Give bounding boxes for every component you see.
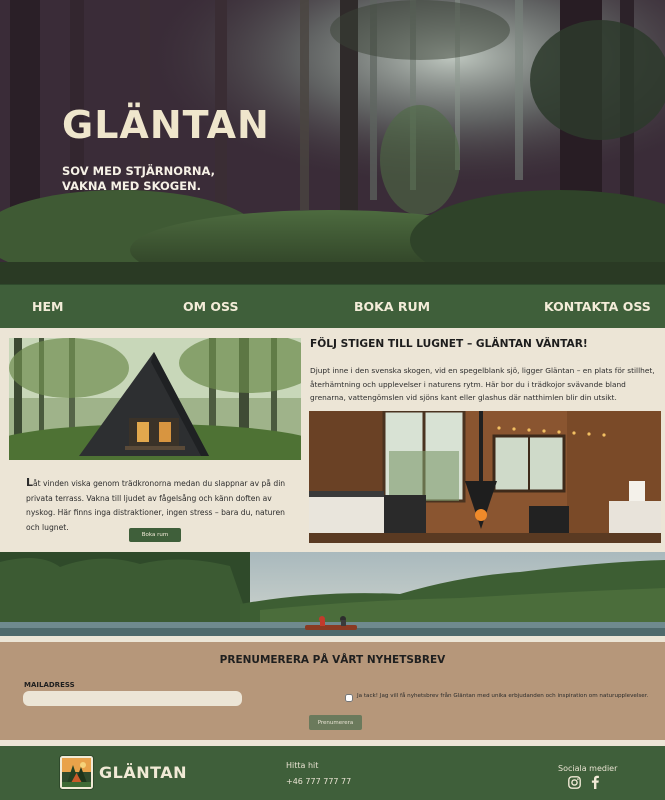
hero-title: GLÄNTAN xyxy=(62,103,270,147)
facebook-icon[interactable] xyxy=(590,775,600,789)
social-media-label: Sociala medier xyxy=(558,764,618,773)
consent-text: Ja tack! Jag vill få nyhetsbrev från Glä… xyxy=(357,693,649,699)
section-heading: FÖLJ STIGEN TILL LUGNET – GLÄNTAN VÄNTAR… xyxy=(310,338,588,350)
consent-checkbox[interactable] xyxy=(345,694,353,702)
logo-icon[interactable] xyxy=(59,755,94,790)
intro-body: åt vinden viska genom trädkronorna medan… xyxy=(26,479,286,532)
instagram-icon[interactable] xyxy=(568,776,581,789)
hero-tagline-line2: VAKNA MED SKOGEN. xyxy=(62,179,202,193)
section-paragraph: Djupt inne i den svenska skogen, vid en … xyxy=(310,366,655,403)
lake-canoe-image xyxy=(0,552,665,636)
nav-item-kontakta-oss[interactable]: KONTAKTA OSS xyxy=(544,299,651,314)
email-label: MAILADRESS xyxy=(24,681,75,689)
hero-tagline-line1: SOV MED STJÄRNORNA, xyxy=(62,164,216,178)
newsletter-section: PRENUMERERA PÅ VÅRT NYHETSBREV MAILADRES… xyxy=(0,642,665,740)
footer-logo-text: GLÄNTAN xyxy=(99,763,188,782)
main-nav: HEM OM OSS BOKA RUM KONTAKTA OSS xyxy=(0,284,665,328)
a-frame-cabin-image xyxy=(9,338,301,460)
intro-drop-cap: L xyxy=(26,476,34,489)
intro-section: Låt vinden viska genom trädkronorna meda… xyxy=(0,328,665,552)
cabin-interior-image xyxy=(309,411,661,543)
footer: GLÄNTAN Hitta hit +46 777 777 77 Sociala… xyxy=(0,746,665,800)
book-room-button[interactable]: Boka rum xyxy=(129,528,181,542)
newsletter-title: PRENUMERERA PÅ VÅRT NYHETSBREV xyxy=(219,654,446,666)
phone-number[interactable]: +46 777 777 77 xyxy=(286,777,351,786)
subscribe-button[interactable]: Prenumerera xyxy=(309,715,362,730)
nav-item-hem[interactable]: HEM xyxy=(32,299,63,314)
nav-item-om-oss[interactable]: OM OSS xyxy=(183,299,239,314)
hero-tagline: SOV MED STJÄRNORNA, VAKNA MED SKOGEN. xyxy=(62,164,215,194)
hero-banner: GLÄNTAN SOV MED STJÄRNORNA, VAKNA MED SK… xyxy=(0,0,665,284)
nav-item-boka-rum[interactable]: BOKA RUM xyxy=(354,299,430,314)
email-input[interactable] xyxy=(23,691,242,706)
intro-text: Låt vinden viska genom trädkronorna meda… xyxy=(26,476,294,535)
find-us-label[interactable]: Hitta hit xyxy=(286,761,318,770)
